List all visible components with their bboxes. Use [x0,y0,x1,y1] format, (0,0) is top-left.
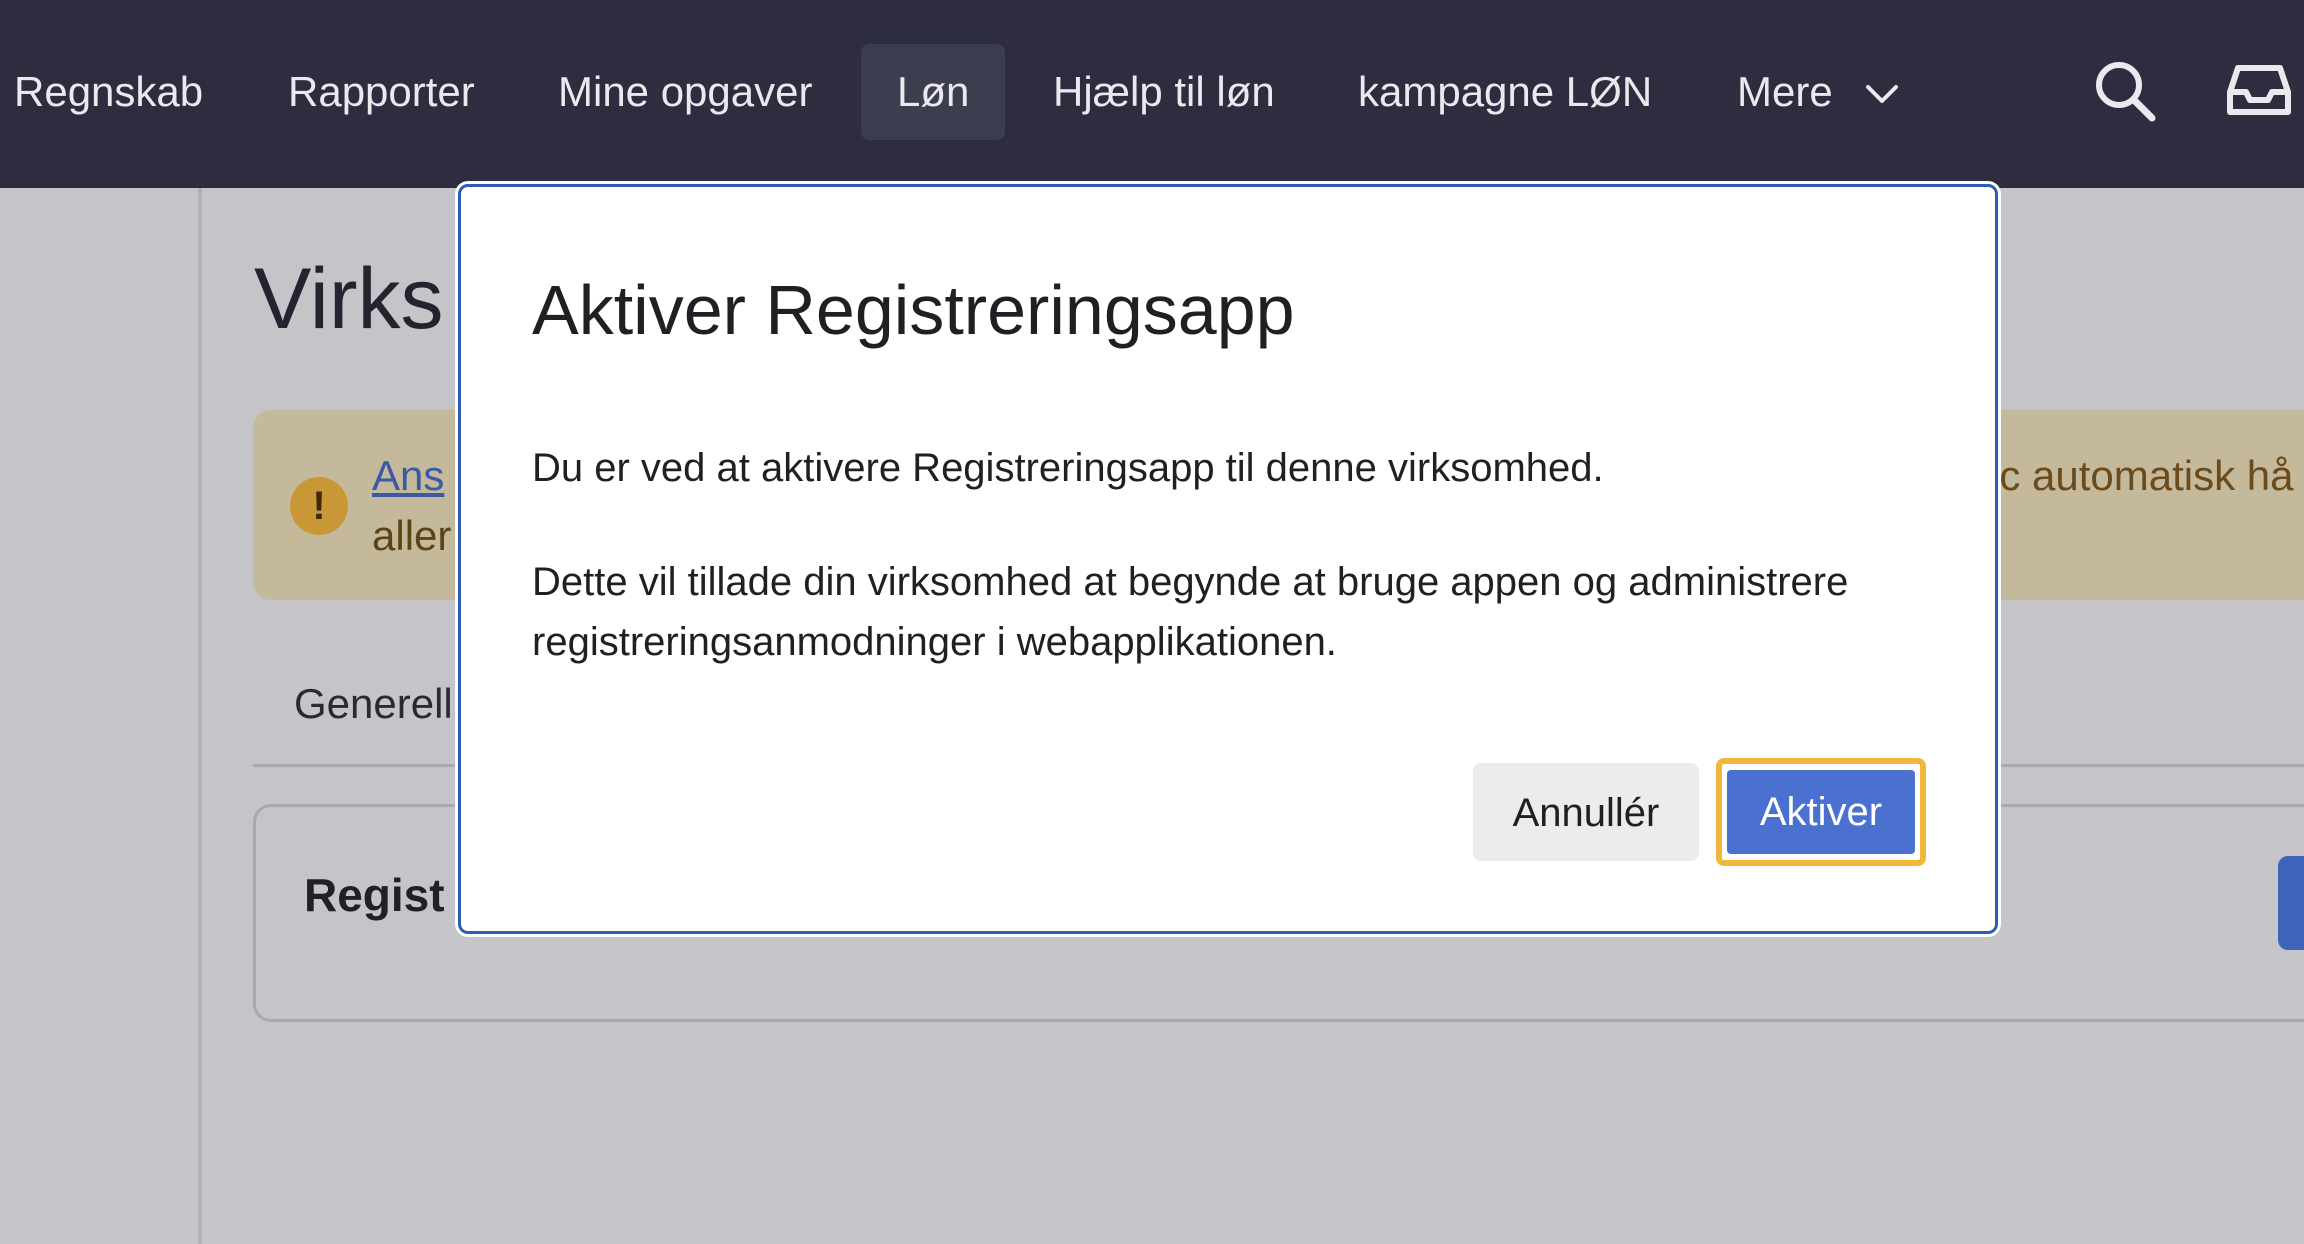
modal-title: Aktiver Registreringsapp [532,271,1295,349]
nav-item-regnskab[interactable]: Regnskab [14,0,203,188]
cancel-button[interactable]: Annullér [1473,763,1699,861]
search-icon[interactable] [2092,58,2158,124]
alert-link[interactable]: Ans [372,452,444,500]
modal-details: Dette vil tillade din virksomhed at begy… [532,560,1849,664]
top-navigation: Regnskab Rapporter Mine opgaver Løn Hjæl… [0,0,2304,188]
sidebar-divider [198,188,202,1244]
tab-general[interactable]: Generell [294,680,453,728]
chevron-down-icon[interactable] [1864,76,1900,112]
warning-icon: ! [290,477,348,535]
nav-item-mere[interactable]: Mere [1737,0,1833,188]
nav-item-rapporter[interactable]: Rapporter [288,0,475,188]
inbox-icon[interactable] [2226,62,2292,120]
card-title: Regist [304,869,445,921]
modal-description: Du er ved at aktivere Registreringsapp t… [532,446,1604,490]
nav-item-lon[interactable]: Løn [861,44,1006,140]
nav-item-mine-opgaver[interactable]: Mine opgaver [558,0,812,188]
nav-item-kampagne-lon[interactable]: kampagne LØN [1358,0,1652,188]
alert-text: aller [372,512,452,559]
activate-button[interactable]: Aktiver [1727,770,1915,854]
card-action-button[interactable] [2278,856,2304,950]
page-title: Virks [254,251,444,347]
nav-item-hjaelp-til-lon[interactable]: Hjælp til løn [1053,0,1275,188]
alert-text-right: ic automatisk hå [1990,452,2294,499]
